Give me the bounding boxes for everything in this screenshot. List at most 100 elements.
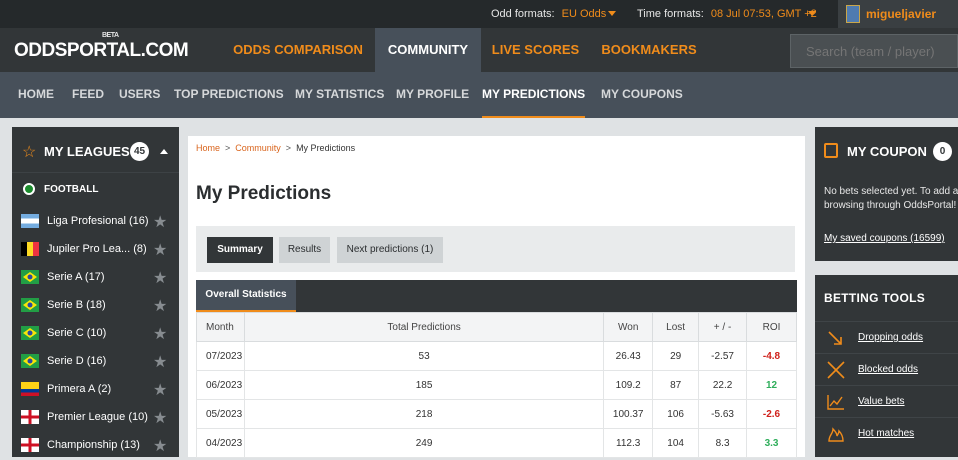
chevron-down-icon[interactable] (608, 11, 616, 16)
user-menu[interactable]: migueljavier (838, 0, 958, 28)
column-header-plus-minus: + / - (698, 312, 748, 342)
cell-total: 218 (243, 399, 605, 429)
breadcrumb-home[interactable]: Home (196, 143, 220, 153)
tab-results[interactable]: Results (279, 237, 330, 263)
subnav-users[interactable]: USERS (119, 72, 160, 118)
tab-summary[interactable]: Summary (207, 237, 273, 263)
table-row: 04/2023 249 112.3 104 8.3 3.3 (196, 428, 797, 458)
my-leagues-count: 45 (130, 142, 149, 161)
star-icon[interactable]: ★ (153, 212, 167, 232)
league-item[interactable]: Liga Profesional (16) ★ (12, 208, 179, 236)
tool-blocked-odds[interactable]: Blocked odds (815, 353, 958, 385)
star-icon[interactable]: ★ (153, 408, 167, 428)
my-leagues-header[interactable]: ☆ MY LEAGUES 45 (12, 127, 179, 173)
chevron-down-icon[interactable] (808, 11, 816, 16)
cell-lost: 87 (652, 370, 700, 400)
league-name[interactable]: Serie A (17) (47, 271, 104, 283)
brazil-flag-icon (21, 354, 39, 368)
star-icon[interactable]: ★ (153, 380, 167, 400)
cell-won: 26.43 (603, 341, 654, 371)
tool-label[interactable]: Value bets (858, 396, 905, 407)
league-name[interactable]: Championship (13) (47, 439, 140, 451)
chevron-up-icon[interactable] (160, 149, 168, 154)
nav-community[interactable]: COMMUNITY (375, 28, 481, 72)
time-formats-label: Time formats: (637, 8, 704, 20)
nav-odds-comparison[interactable]: ODDS COMPARISON (223, 28, 373, 72)
sport-label: FOOTBALL (44, 184, 99, 195)
site-logo[interactable]: ODDSPORTAL.COM BETA (14, 32, 189, 62)
tab-overall-statistics[interactable]: Overall Statistics (196, 280, 296, 312)
subnav-home[interactable]: HOME (18, 72, 54, 118)
breadcrumb-community[interactable]: Community (235, 143, 281, 153)
subnav-my-profile[interactable]: MY PROFILE (396, 72, 469, 118)
odd-formats-selector[interactable]: Odd formats: EU Odds (491, 8, 606, 20)
league-item[interactable]: Serie D (16) ★ (12, 348, 179, 376)
overall-statistics-bar: Overall Statistics (196, 280, 797, 312)
time-formats-selector[interactable]: Time formats: 08 Jul 07:53, GMT +2 (637, 8, 817, 20)
league-name[interactable]: Serie C (10) (47, 327, 106, 339)
england-flag-icon (21, 438, 39, 452)
sport-football[interactable]: FOOTBALL (12, 179, 179, 199)
subnav-my-predictions[interactable]: MY PREDICTIONS (482, 72, 586, 118)
league-name[interactable]: Serie D (16) (47, 355, 106, 367)
brazil-flag-icon (21, 326, 39, 340)
star-icon[interactable]: ★ (153, 240, 167, 260)
league-item[interactable]: Premier League (10) ★ (12, 404, 179, 432)
odd-formats-value[interactable]: EU Odds (562, 8, 607, 20)
star-icon[interactable]: ★ (153, 268, 167, 288)
main-nav: ODDSPORTAL.COM BETA ODDS COMPARISON COMM… (0, 28, 958, 72)
username[interactable]: migueljavier (866, 7, 936, 21)
league-name[interactable]: Liga Profesional (16) (47, 215, 149, 227)
time-formats-value[interactable]: 08 Jul 07:53, GMT +2 (711, 8, 817, 20)
value-bets-icon (826, 393, 846, 411)
league-item[interactable]: Serie A (17) ★ (12, 264, 179, 292)
brazil-flag-icon (21, 298, 39, 312)
league-name[interactable]: Primera A (2) (47, 383, 111, 395)
coupon-count: 0 (933, 142, 952, 161)
star-icon: ☆ (22, 144, 37, 161)
tool-label[interactable]: Blocked odds (858, 364, 918, 375)
league-name[interactable]: Jupiler Pro Lea... (8) (47, 243, 147, 255)
betting-tools-panel: BETTING TOOLS Dropping odds Blocked odds… (815, 275, 958, 457)
league-item[interactable]: Serie B (18) ★ (12, 292, 179, 320)
tool-dropping-odds[interactable]: Dropping odds (815, 321, 958, 353)
star-icon[interactable]: ★ (153, 436, 167, 456)
tool-label[interactable]: Hot matches (858, 428, 914, 439)
subnav-my-coupons[interactable]: MY COUPONS (601, 72, 683, 118)
subnav-feed[interactable]: FEED (72, 72, 104, 118)
saved-coupons-link[interactable]: My saved coupons (16599) (824, 233, 945, 244)
cell-month: 07/2023 (196, 341, 245, 371)
cell-roi: 3.3 (746, 428, 797, 458)
cell-plus-minus: 22.2 (698, 370, 748, 400)
star-icon[interactable]: ★ (153, 296, 167, 316)
cell-lost: 29 (652, 341, 700, 371)
tool-label[interactable]: Dropping odds (858, 332, 923, 343)
star-icon[interactable]: ★ (153, 324, 167, 344)
league-item[interactable]: Jupiler Pro Lea... (8) ★ (12, 236, 179, 264)
hot-matches-icon (826, 425, 846, 443)
cell-plus-minus: 8.3 (698, 428, 748, 458)
my-coupon-panel: MY COUPON 0 No bets selected yet. To add… (815, 127, 958, 261)
search-input[interactable] (790, 34, 958, 68)
column-header-total: Total Predictions (243, 312, 605, 342)
brazil-flag-icon (21, 270, 39, 284)
nav-bookmakers[interactable]: BOOKMAKERS (590, 28, 708, 72)
league-item[interactable]: Championship (13) ★ (12, 432, 179, 460)
my-leagues-title: MY LEAGUES (44, 144, 130, 159)
subnav-my-statistics[interactable]: MY STATISTICS (295, 72, 384, 118)
cell-roi: -4.8 (746, 341, 797, 371)
tab-next-predictions[interactable]: Next predictions (1) (337, 237, 443, 263)
star-icon[interactable]: ★ (153, 352, 167, 372)
league-name[interactable]: Premier League (10) (47, 411, 148, 423)
cell-roi: 12 (746, 370, 797, 400)
nav-live-scores[interactable]: LIVE SCORES (484, 28, 587, 72)
tool-value-bets[interactable]: Value bets (815, 385, 958, 417)
league-item[interactable]: Primera A (2) ★ (12, 376, 179, 404)
league-name[interactable]: Serie B (18) (47, 299, 106, 311)
blocked-odds-icon (826, 361, 846, 379)
subnav-top-predictions[interactable]: TOP PREDICTIONS (174, 72, 284, 118)
league-item[interactable]: Serie C (10) ★ (12, 320, 179, 348)
breadcrumb-separator: > (225, 143, 231, 153)
tool-hot-matches[interactable]: Hot matches (815, 417, 958, 449)
page-title: My Predictions (196, 183, 332, 204)
